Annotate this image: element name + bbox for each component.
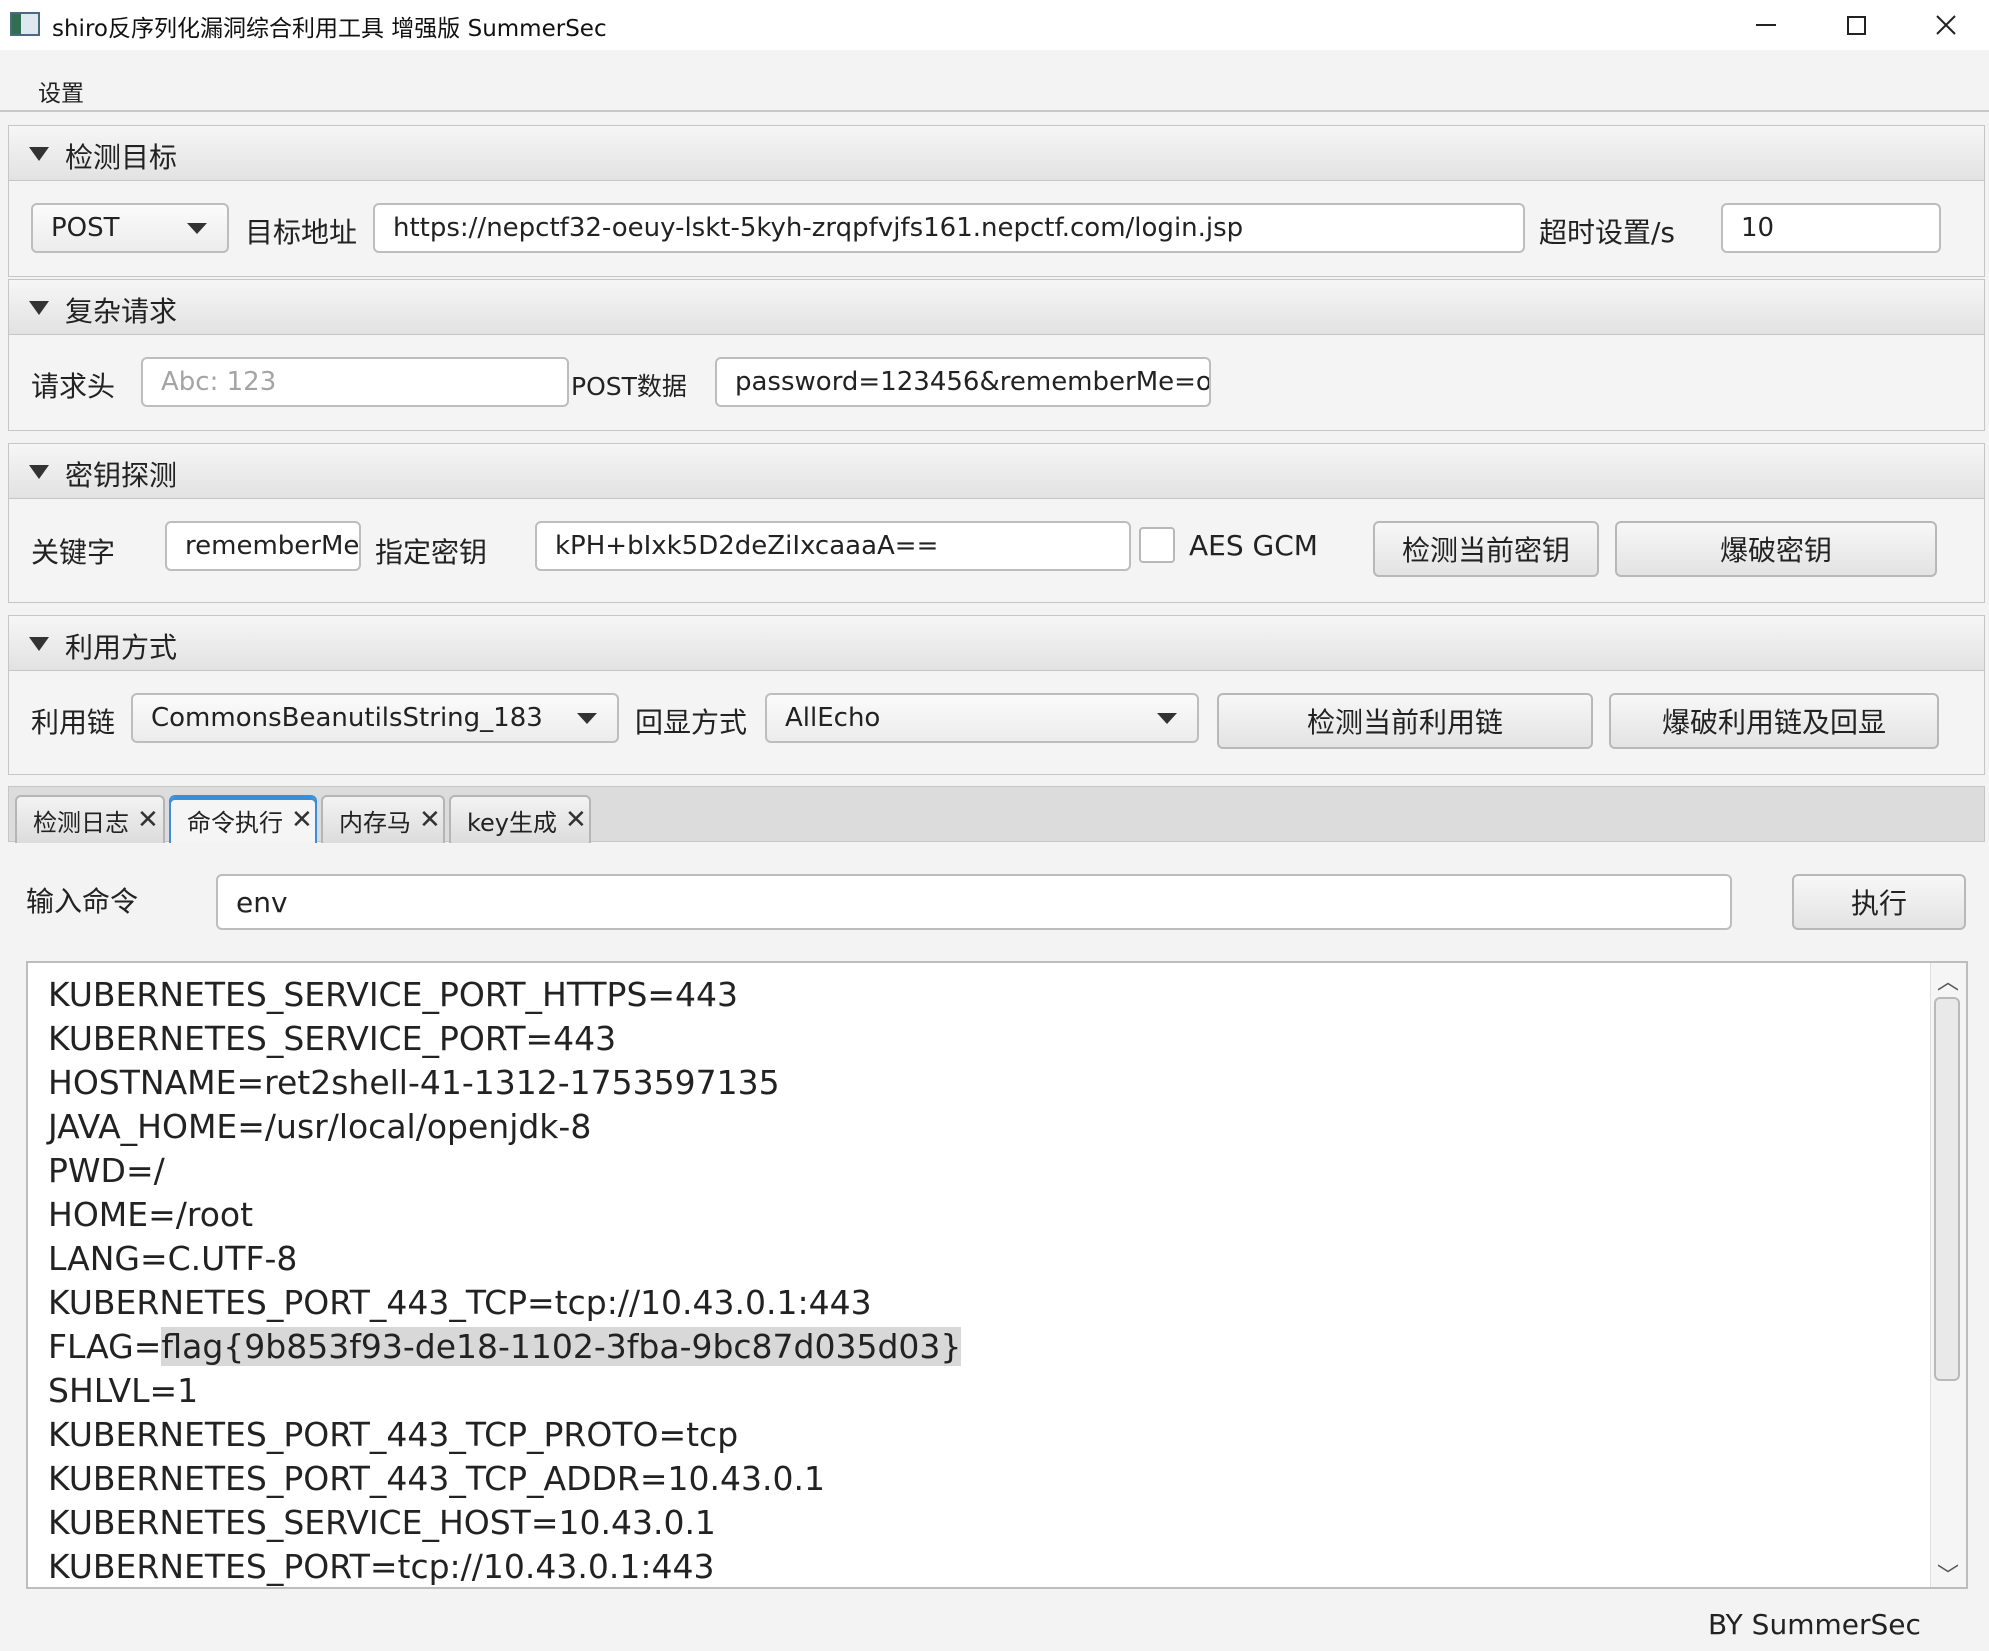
menu-settings[interactable]: 设置 — [38, 74, 84, 108]
key-input[interactable]: kPH+bIxk5D2deZiIxcaaaA== — [535, 521, 1131, 571]
section-body-key: 关键字 rememberMe 指定密钥 kPH+bIxk5D2deZiIxcaa… — [8, 499, 1985, 603]
output-line: PWD=/ — [48, 1151, 165, 1190]
credit-text: BY SummerSec — [1708, 1608, 1921, 1641]
output-line: HOME=/root — [48, 1195, 254, 1234]
section-title-complex: 复杂请求 — [65, 295, 178, 328]
method-select[interactable]: POST — [31, 203, 229, 253]
command-label: 输入命令 — [26, 885, 139, 918]
brute-chain-button[interactable]: 爆破利用链及回显 — [1609, 693, 1939, 749]
output-line: JAVA_HOME=/usr/local/openjdk-8 — [48, 1107, 592, 1146]
title-bar: shiro反序列化漏洞综合利用工具 增强版 SummerSec — [0, 0, 1989, 50]
menu-bar: 设置 — [0, 64, 1989, 112]
tab-close-icon[interactable]: ✕ — [565, 805, 587, 835]
window-title: shiro反序列化漏洞综合利用工具 增强版 SummerSec — [52, 16, 607, 42]
headers-input[interactable]: Abc: 123 — [141, 357, 569, 407]
keyword-label: 关键字 — [31, 536, 116, 569]
maximize-icon — [1846, 15, 1866, 35]
section-body-target: POST 目标地址 https://nepctf32-oeuy-lskt-5ky… — [8, 181, 1985, 277]
dropdown-arrow-icon — [187, 223, 207, 234]
aes-gcm-checkbox[interactable] — [1139, 527, 1175, 563]
tab-close-icon[interactable]: ✕ — [419, 805, 441, 835]
collapse-triangle-icon — [29, 147, 49, 161]
output-line: KUBERNETES_PORT_443_TCP_ADDR=10.43.0.1 — [48, 1459, 825, 1498]
execute-button[interactable]: 执行 — [1792, 874, 1966, 930]
post-data-input[interactable]: password=123456&rememberMe=on& — [715, 357, 1211, 407]
flag-selected-text: flag{9b853f93-de18-1102-3fba-9bc87d035d0… — [161, 1327, 962, 1366]
url-input[interactable]: https://nepctf32-oeuy-lskt-5kyh-zrqpfvjf… — [373, 203, 1525, 253]
echo-select[interactable]: AllEcho — [765, 693, 1199, 743]
timeout-input[interactable]: 10 — [1721, 203, 1941, 253]
maximize-button[interactable] — [1810, 0, 1902, 50]
output-line: KUBERNETES_PORT_443_TCP_PROTO=tcp — [48, 1415, 739, 1454]
dropdown-arrow-icon — [577, 713, 597, 724]
tab-detection-log[interactable]: 检测日志 ✕ — [15, 795, 165, 843]
check-key-button[interactable]: 检测当前密钥 — [1373, 521, 1599, 577]
app-icon — [10, 12, 40, 36]
scroll-down-icon[interactable]: ﹀ — [1936, 1558, 1960, 1589]
flag-prefix: FLAG= — [48, 1327, 162, 1366]
close-icon — [1936, 15, 1956, 35]
tab-close-icon[interactable]: ✕ — [291, 805, 313, 835]
tab-memshell[interactable]: 内存马 ✕ — [321, 795, 445, 843]
tab-close-icon[interactable]: ✕ — [137, 805, 159, 835]
url-label: 目标地址 — [245, 216, 358, 249]
output-line: HOSTNAME=ret2shell-41-1312-1753597135 — [48, 1063, 780, 1102]
echo-label: 回显方式 — [635, 706, 748, 739]
headers-label: 请求头 — [31, 370, 116, 403]
output-line: SHLVL=1 — [48, 1371, 199, 1410]
tab-strip: 检测日志 ✕ 命令执行 ✕ 内存马 ✕ key生成 ✕ — [8, 786, 1985, 843]
tab-label: 命令执行 — [187, 808, 283, 837]
section-header-exploit[interactable]: 利用方式 — [8, 615, 1985, 671]
output-line: KUBERNETES_SERVICE_PORT=443 — [48, 1019, 617, 1058]
output-line: KUBERNETES_PORT=tcp://10.43.0.1:443 — [48, 1547, 715, 1586]
output-textarea[interactable]: KUBERNETES_SERVICE_PORT_HTTPS=443 KUBERN… — [26, 961, 1968, 1589]
minimize-button[interactable] — [1720, 0, 1812, 50]
output-lines: KUBERNETES_SERVICE_PORT_HTTPS=443 KUBERN… — [48, 973, 962, 1589]
tab-command-exec[interactable]: 命令执行 ✕ — [169, 795, 317, 843]
scroll-thumb[interactable] — [1934, 997, 1960, 1381]
scroll-up-icon[interactable]: ︿ — [1936, 964, 1960, 995]
tab-label: 内存马 — [339, 808, 411, 837]
echo-value: AllEcho — [785, 703, 881, 733]
collapse-triangle-icon — [29, 465, 49, 479]
section-header-complex[interactable]: 复杂请求 — [8, 279, 1985, 335]
section-header-target[interactable]: 检测目标 — [8, 125, 1985, 181]
tab-label: key生成 — [467, 808, 558, 837]
chain-label: 利用链 — [31, 706, 116, 739]
collapse-triangle-icon — [29, 637, 49, 651]
output-line-flag: FLAG=flag{9b853f93-de18-1102-3fba-9bc87d… — [48, 1325, 962, 1369]
section-body-complex: 请求头 Abc: 123 POST数据 password=123456&reme… — [8, 335, 1985, 431]
check-chain-button[interactable]: 检测当前利用链 — [1217, 693, 1593, 749]
timeout-label: 超时设置/s — [1539, 216, 1676, 249]
command-input[interactable]: env — [216, 874, 1732, 930]
dropdown-arrow-icon — [1157, 713, 1177, 724]
output-line: KUBERNETES_PORT_443_TCP=tcp://10.43.0.1:… — [48, 1283, 872, 1322]
tab-key-gen[interactable]: key生成 ✕ — [449, 795, 591, 843]
section-body-exploit: 利用链 CommonsBeanutilsString_183 回显方式 AllE… — [8, 671, 1985, 775]
key-label: 指定密钥 — [375, 536, 488, 569]
close-button[interactable] — [1900, 0, 1989, 50]
chain-value: CommonsBeanutilsString_183 — [151, 703, 543, 733]
output-line: KUBERNETES_SERVICE_HOST=10.43.0.1 — [48, 1503, 716, 1542]
section-title-target: 检测目标 — [65, 141, 178, 174]
output-line: LANG=C.UTF-8 — [48, 1239, 298, 1278]
brute-key-button[interactable]: 爆破密钥 — [1615, 521, 1937, 577]
output-line: KUBERNETES_SERVICE_PORT_HTTPS=443 — [48, 975, 739, 1014]
tab-label: 检测日志 — [33, 808, 129, 837]
aes-gcm-label: AES GCM — [1189, 529, 1318, 562]
method-value: POST — [51, 213, 120, 243]
chain-select[interactable]: CommonsBeanutilsString_183 — [131, 693, 619, 743]
keyword-input[interactable]: rememberMe — [165, 521, 361, 571]
collapse-triangle-icon — [29, 301, 49, 315]
section-header-key[interactable]: 密钥探测 — [8, 443, 1985, 499]
post-data-label: POST数据 — [571, 372, 687, 401]
minimize-icon — [1756, 24, 1776, 26]
section-title-exploit: 利用方式 — [65, 631, 178, 664]
section-title-key: 密钥探测 — [65, 459, 178, 492]
